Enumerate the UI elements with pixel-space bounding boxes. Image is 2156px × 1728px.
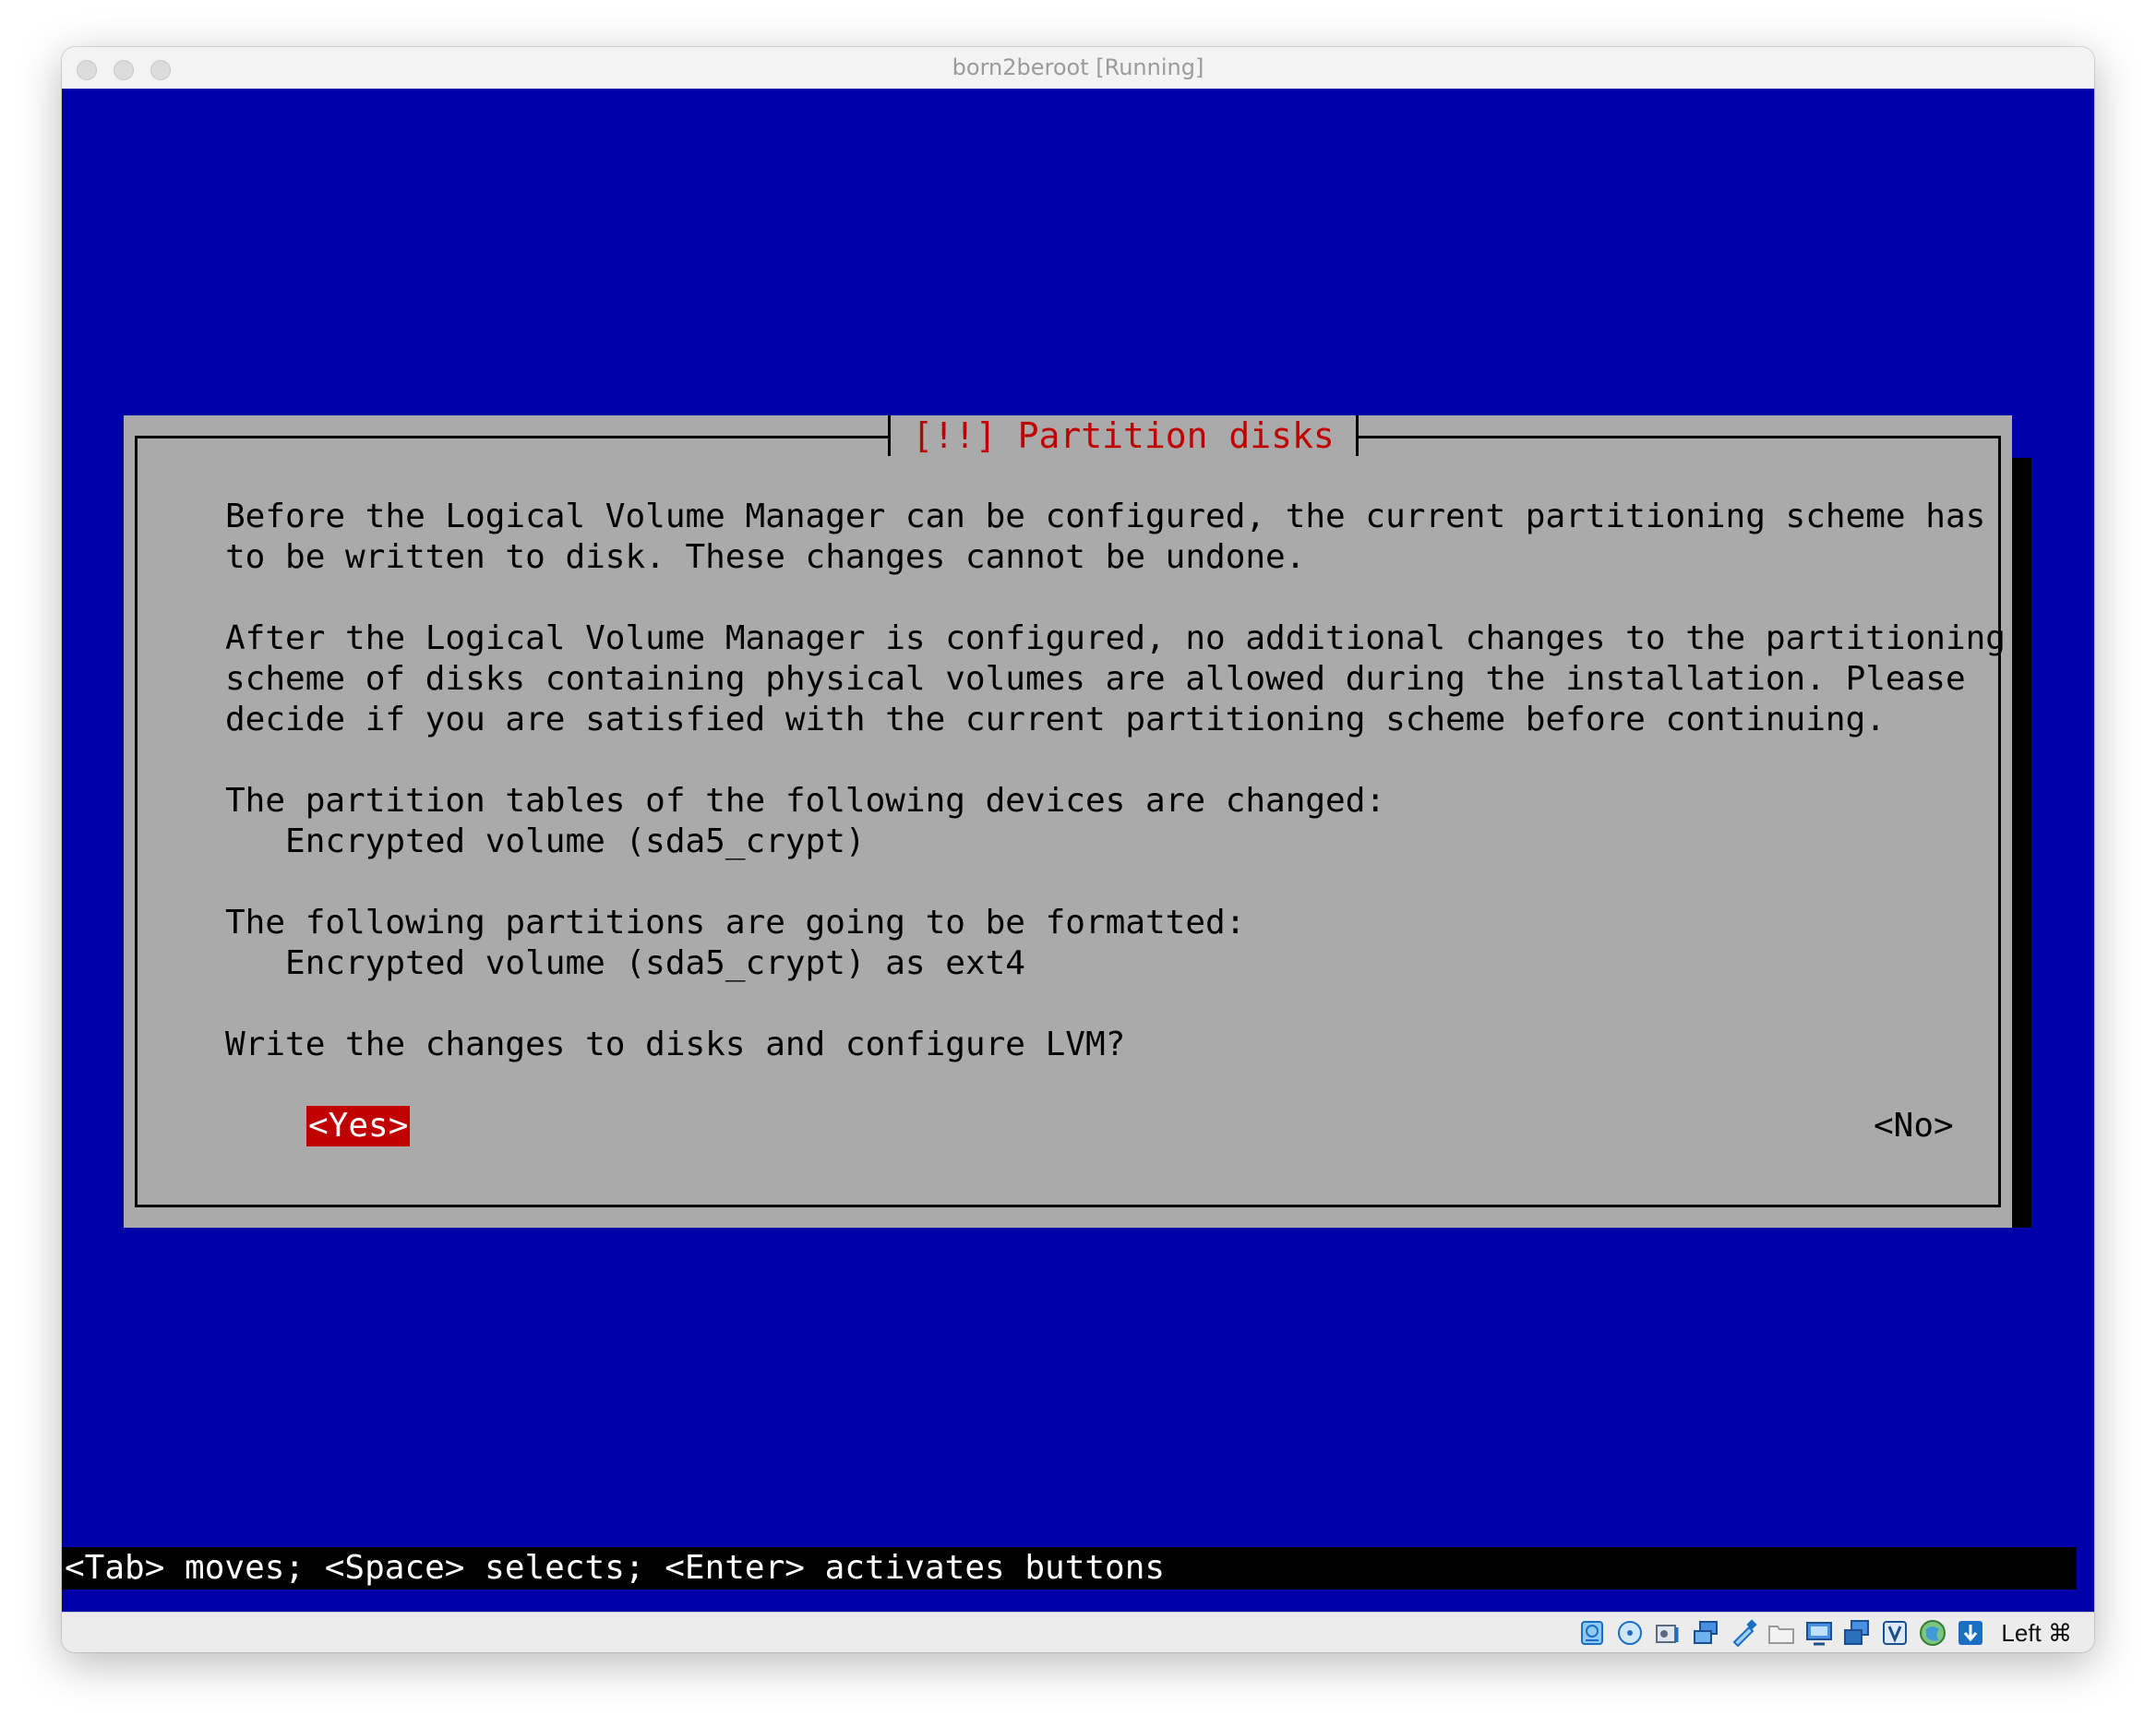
dialog-text-line: scheme of disks containing physical volu…	[225, 660, 1966, 698]
vrde-icon[interactable]	[1880, 1618, 1910, 1648]
hard-disk-icon[interactable]	[1577, 1618, 1607, 1648]
dialog-text-line: to be written to disk. These changes can…	[225, 538, 1306, 576]
usb-icon[interactable]	[1729, 1618, 1758, 1648]
window-title: born2beroot [Running]	[952, 54, 1204, 80]
dialog-title: [!!] Partition disks	[888, 415, 1359, 456]
keyboard-help-bar: <Tab> moves; <Space> selects; <Enter> ac…	[62, 1547, 2077, 1590]
recording-icon[interactable]	[1918, 1618, 1947, 1648]
dialog-text-line: decide if you are satisfied with the cur…	[225, 701, 1886, 738]
mouse-integration-icon[interactable]	[1956, 1618, 1985, 1648]
display-icon[interactable]	[1804, 1618, 1834, 1648]
audio-icon[interactable]	[1653, 1618, 1683, 1648]
host-key-indicator[interactable]: Left ⌘	[2001, 1618, 2072, 1648]
dialog-question: Write the changes to disks and configure…	[225, 1026, 1126, 1063]
dialog-text-line: Encrypted volume (sda5_crypt)	[225, 822, 866, 860]
vm-statusbar: Left ⌘	[62, 1612, 2094, 1652]
vm-screen[interactable]: [!!] Partition disks Before the Logical …	[62, 89, 2094, 1612]
dialog-text-line: Encrypted volume (sda5_crypt) as ext4	[225, 944, 1025, 982]
dialog-text-line: The partition tables of the following de…	[225, 782, 1386, 820]
yes-button[interactable]: <Yes>	[306, 1106, 411, 1146]
optical-drive-icon[interactable]	[1615, 1618, 1645, 1648]
vm-window: born2beroot [Running] [!!] Partition dis…	[62, 47, 2094, 1652]
window-titlebar: born2beroot [Running]	[62, 47, 2094, 90]
dialog-text-line: The following partitions are going to be…	[225, 904, 1246, 942]
video-capture-icon[interactable]	[1842, 1618, 1872, 1648]
no-button[interactable]: <No>	[1874, 1106, 1954, 1146]
partition-disks-dialog: [!!] Partition disks Before the Logical …	[124, 415, 2012, 1228]
shared-folders-icon[interactable]	[1767, 1618, 1796, 1648]
dialog-text-line: Before the Logical Volume Manager can be…	[225, 498, 1986, 535]
dialog-text-line: After the Logical Volume Manager is conf…	[225, 619, 2006, 657]
network-icon[interactable]	[1691, 1618, 1720, 1648]
